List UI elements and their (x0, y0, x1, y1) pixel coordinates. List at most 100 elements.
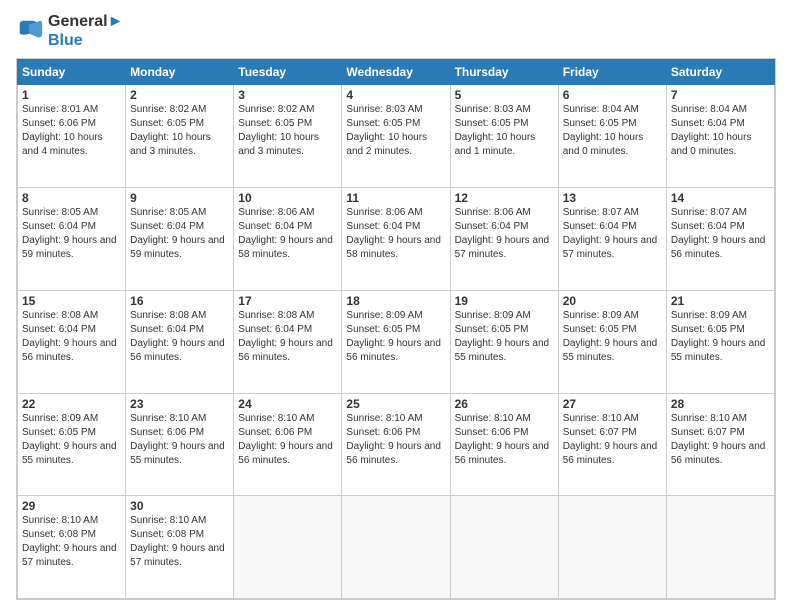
daylight-label: Daylight: 9 hours and 56 minutes. (238, 441, 333, 466)
day-info: Sunrise: 8:10 AM Sunset: 6:06 PM Dayligh… (346, 412, 445, 468)
daylight-label: Daylight: 9 hours and 58 minutes. (238, 235, 333, 260)
sunrise-label: Sunrise: 8:05 AM (22, 207, 98, 218)
header: General► Blue (16, 12, 776, 50)
day-number: 26 (455, 397, 554, 411)
day-number: 14 (671, 191, 770, 205)
sunrise-label: Sunrise: 8:08 AM (238, 310, 314, 321)
table-row: 27 Sunrise: 8:10 AM Sunset: 6:07 PM Dayl… (558, 393, 666, 496)
sunrise-label: Sunrise: 8:06 AM (238, 207, 314, 218)
day-number: 29 (22, 499, 121, 513)
sunrise-label: Sunrise: 8:10 AM (130, 515, 206, 526)
sunrise-label: Sunrise: 8:03 AM (346, 104, 422, 115)
sunset-label: Sunset: 6:04 PM (130, 221, 204, 232)
sunrise-label: Sunrise: 8:09 AM (346, 310, 422, 321)
day-number: 21 (671, 294, 770, 308)
daylight-label: Daylight: 10 hours and 0 minutes. (671, 132, 752, 157)
table-row: 2 Sunrise: 8:02 AM Sunset: 6:05 PM Dayli… (126, 85, 234, 188)
sunset-label: Sunset: 6:06 PM (238, 427, 312, 438)
sunrise-label: Sunrise: 8:01 AM (22, 104, 98, 115)
day-info: Sunrise: 8:10 AM Sunset: 6:06 PM Dayligh… (238, 412, 337, 468)
table-row: 24 Sunrise: 8:10 AM Sunset: 6:06 PM Dayl… (234, 393, 342, 496)
col-wednesday: Wednesday (342, 60, 450, 85)
sunset-label: Sunset: 6:05 PM (346, 118, 420, 129)
sunset-label: Sunset: 6:07 PM (563, 427, 637, 438)
table-row: 22 Sunrise: 8:09 AM Sunset: 6:05 PM Dayl… (18, 393, 126, 496)
day-info: Sunrise: 8:06 AM Sunset: 6:04 PM Dayligh… (346, 206, 445, 262)
logo-icon (16, 17, 44, 45)
sunrise-label: Sunrise: 8:10 AM (238, 413, 314, 424)
daylight-label: Daylight: 10 hours and 4 minutes. (22, 132, 103, 157)
day-info: Sunrise: 8:07 AM Sunset: 6:04 PM Dayligh… (671, 206, 770, 262)
daylight-label: Daylight: 9 hours and 55 minutes. (455, 338, 550, 363)
logo: General► Blue (16, 12, 123, 50)
sunrise-label: Sunrise: 8:10 AM (22, 515, 98, 526)
sunset-label: Sunset: 6:04 PM (671, 221, 745, 232)
calendar: Sunday Monday Tuesday Wednesday Thursday… (16, 58, 776, 600)
sunset-label: Sunset: 6:04 PM (563, 221, 637, 232)
daylight-label: Daylight: 9 hours and 55 minutes. (130, 441, 225, 466)
table-row: 25 Sunrise: 8:10 AM Sunset: 6:06 PM Dayl… (342, 393, 450, 496)
page: General► Blue Sunday Monday Tuesday Wedn… (0, 0, 792, 612)
table-row: 5 Sunrise: 8:03 AM Sunset: 6:05 PM Dayli… (450, 85, 558, 188)
daylight-label: Daylight: 10 hours and 3 minutes. (238, 132, 319, 157)
sunset-label: Sunset: 6:05 PM (455, 324, 529, 335)
daylight-label: Daylight: 9 hours and 57 minutes. (455, 235, 550, 260)
table-row: 7 Sunrise: 8:04 AM Sunset: 6:04 PM Dayli… (666, 85, 774, 188)
table-row (666, 496, 774, 599)
day-number: 19 (455, 294, 554, 308)
day-info: Sunrise: 8:01 AM Sunset: 6:06 PM Dayligh… (22, 103, 121, 159)
sunset-label: Sunset: 6:04 PM (455, 221, 529, 232)
table-row: 26 Sunrise: 8:10 AM Sunset: 6:06 PM Dayl… (450, 393, 558, 496)
calendar-week-row: 22 Sunrise: 8:09 AM Sunset: 6:05 PM Dayl… (18, 393, 775, 496)
day-info: Sunrise: 8:10 AM Sunset: 6:06 PM Dayligh… (455, 412, 554, 468)
day-info: Sunrise: 8:09 AM Sunset: 6:05 PM Dayligh… (455, 309, 554, 365)
day-number: 5 (455, 88, 554, 102)
sunrise-label: Sunrise: 8:10 AM (346, 413, 422, 424)
table-row: 15 Sunrise: 8:08 AM Sunset: 6:04 PM Dayl… (18, 290, 126, 393)
sunset-label: Sunset: 6:05 PM (671, 324, 745, 335)
day-info: Sunrise: 8:08 AM Sunset: 6:04 PM Dayligh… (22, 309, 121, 365)
daylight-label: Daylight: 9 hours and 55 minutes. (563, 338, 658, 363)
sunset-label: Sunset: 6:06 PM (22, 118, 96, 129)
sunset-label: Sunset: 6:04 PM (671, 118, 745, 129)
day-number: 17 (238, 294, 337, 308)
day-number: 27 (563, 397, 662, 411)
table-row: 1 Sunrise: 8:01 AM Sunset: 6:06 PM Dayli… (18, 85, 126, 188)
day-number: 23 (130, 397, 229, 411)
day-info: Sunrise: 8:04 AM Sunset: 6:04 PM Dayligh… (671, 103, 770, 159)
sunset-label: Sunset: 6:06 PM (130, 427, 204, 438)
daylight-label: Daylight: 9 hours and 59 minutes. (130, 235, 225, 260)
daylight-label: Daylight: 9 hours and 56 minutes. (238, 338, 333, 363)
sunrise-label: Sunrise: 8:08 AM (22, 310, 98, 321)
day-info: Sunrise: 8:09 AM Sunset: 6:05 PM Dayligh… (671, 309, 770, 365)
day-number: 13 (563, 191, 662, 205)
sunset-label: Sunset: 6:07 PM (671, 427, 745, 438)
table-row: 13 Sunrise: 8:07 AM Sunset: 6:04 PM Dayl… (558, 188, 666, 291)
col-tuesday: Tuesday (234, 60, 342, 85)
table-row: 21 Sunrise: 8:09 AM Sunset: 6:05 PM Dayl… (666, 290, 774, 393)
daylight-label: Daylight: 9 hours and 56 minutes. (455, 441, 550, 466)
table-row: 12 Sunrise: 8:06 AM Sunset: 6:04 PM Dayl… (450, 188, 558, 291)
day-info: Sunrise: 8:02 AM Sunset: 6:05 PM Dayligh… (238, 103, 337, 159)
sunrise-label: Sunrise: 8:10 AM (563, 413, 639, 424)
calendar-header-row: Sunday Monday Tuesday Wednesday Thursday… (18, 60, 775, 85)
table-row: 10 Sunrise: 8:06 AM Sunset: 6:04 PM Dayl… (234, 188, 342, 291)
sunset-label: Sunset: 6:05 PM (563, 118, 637, 129)
sunrise-label: Sunrise: 8:10 AM (671, 413, 747, 424)
table-row: 23 Sunrise: 8:10 AM Sunset: 6:06 PM Dayl… (126, 393, 234, 496)
sunset-label: Sunset: 6:04 PM (238, 221, 312, 232)
table-row (342, 496, 450, 599)
day-number: 18 (346, 294, 445, 308)
table-row: 18 Sunrise: 8:09 AM Sunset: 6:05 PM Dayl… (342, 290, 450, 393)
col-friday: Friday (558, 60, 666, 85)
col-monday: Monday (126, 60, 234, 85)
day-number: 28 (671, 397, 770, 411)
daylight-label: Daylight: 9 hours and 56 minutes. (22, 338, 117, 363)
sunrise-label: Sunrise: 8:04 AM (671, 104, 747, 115)
day-info: Sunrise: 8:05 AM Sunset: 6:04 PM Dayligh… (22, 206, 121, 262)
daylight-label: Daylight: 9 hours and 56 minutes. (671, 235, 766, 260)
col-sunday: Sunday (18, 60, 126, 85)
day-info: Sunrise: 8:09 AM Sunset: 6:05 PM Dayligh… (22, 412, 121, 468)
sunset-label: Sunset: 6:04 PM (22, 221, 96, 232)
daylight-label: Daylight: 9 hours and 56 minutes. (130, 338, 225, 363)
